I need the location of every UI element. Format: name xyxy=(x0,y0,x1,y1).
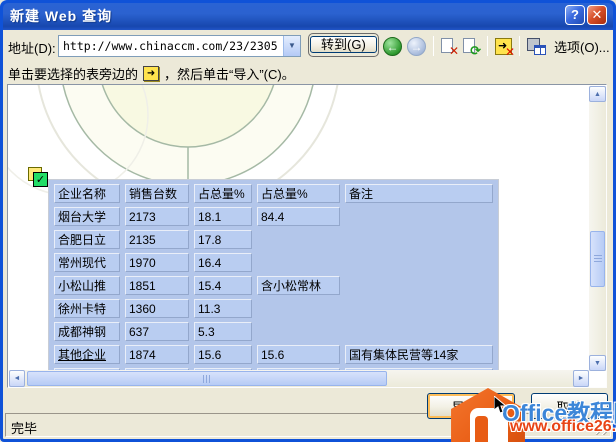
forward-icon[interactable]: → xyxy=(407,36,426,56)
import-button[interactable]: 导入(I) xyxy=(427,393,515,419)
address-row: 地址(D): http://www.chinaccm.com/23/2305/2… xyxy=(0,30,616,61)
table-row: 常州现代 1970 16.4 xyxy=(54,253,493,272)
table-cell xyxy=(257,253,340,272)
help-button[interactable]: ? xyxy=(565,5,585,25)
go-button-ring: 转到(G) xyxy=(308,33,379,57)
table-cell: 2135 xyxy=(125,230,189,249)
table-cell: 国有集体民营等14家 xyxy=(345,345,493,364)
table-cell: 84.4 xyxy=(257,207,340,226)
resize-grip[interactable] xyxy=(596,422,609,435)
go-button[interactable]: 转到(G) xyxy=(310,36,377,53)
query-table-container[interactable]: 企业名称 销售台数 占总量% 占总量% 备注 烟台大学 2173 18.1 84.4 合肥日立 21… xyxy=(48,179,499,387)
scroll-up-icon[interactable]: ▲ xyxy=(589,86,606,102)
table-cell xyxy=(257,322,340,341)
table-header-cell: 占总量% xyxy=(257,184,340,203)
table-cell xyxy=(257,230,340,249)
options-button[interactable]: 选项(O)... xyxy=(554,37,610,56)
table-cell: 1874 xyxy=(125,345,189,364)
table-row: 合肥日立 2135 17.8 xyxy=(54,230,493,249)
table-cell: 烟台大学 xyxy=(54,207,120,226)
address-input[interactable]: http://www.chinaccm.com/23/2305/23050 xyxy=(63,39,278,53)
toolbar-separator xyxy=(487,36,488,56)
table-cell: 17.8 xyxy=(194,230,252,249)
table-cell: 15.6 xyxy=(257,345,340,364)
table-header-cell: 备注 xyxy=(345,184,493,203)
vertical-scrollbar[interactable]: ▲ ▼ xyxy=(589,86,606,371)
table-cell: 1360 xyxy=(125,299,189,318)
instruction-text: 单击要选择的表旁边的 ➜ ，然后单击“导入”(C)。 xyxy=(8,63,295,83)
save-query-icon[interactable] xyxy=(527,37,546,55)
horizontal-scroll-thumb[interactable] xyxy=(27,371,387,386)
refresh-icon[interactable]: ⟳ xyxy=(463,37,481,57)
table-cell: 15.4 xyxy=(194,276,252,295)
combo-dropdown-icon[interactable]: ▼ xyxy=(283,36,300,56)
address-label: 地址(D): xyxy=(8,41,56,56)
hide-arrows-icon[interactable]: ➜ ✕ xyxy=(495,37,515,59)
window-title: 新建 Web 查询 xyxy=(10,8,113,24)
check-icon: ✓ xyxy=(33,172,48,187)
scroll-left-icon[interactable]: ◄ xyxy=(9,370,25,387)
back-icon[interactable]: ← xyxy=(383,36,402,56)
table-header-cell: 销售台数 xyxy=(125,184,189,203)
table-cell: 637 xyxy=(125,322,189,341)
table-cell: 5.3 xyxy=(194,322,252,341)
table-cell xyxy=(345,299,493,318)
address-combobox[interactable]: http://www.chinaccm.com/23/2305/23050 ▼ xyxy=(58,35,301,57)
query-table: 企业名称 销售台数 占总量% 占总量% 备注 烟台大学 2173 18.1 84.4 合肥日立 21… xyxy=(49,180,498,387)
close-button[interactable]: ✕ xyxy=(587,5,607,25)
table-cell xyxy=(345,207,493,226)
horizontal-scrollbar[interactable]: ◄ ► xyxy=(9,370,589,387)
table-cell: 11.3 xyxy=(194,299,252,318)
table-cell: 2173 xyxy=(125,207,189,226)
status-bar: 完毕 xyxy=(5,413,611,437)
table-header-cell: 企业名称 xyxy=(54,184,120,203)
table-row: 小松山推 1851 15.4 含小松常林 xyxy=(54,276,493,295)
status-text: 完毕 xyxy=(11,421,38,436)
instruction-after: ，然后单击“导入”(C)。 xyxy=(164,66,295,82)
table-cell: 含小松常林 xyxy=(257,276,340,295)
scroll-down-icon[interactable]: ▼ xyxy=(589,355,606,371)
table-arrow-icon: ➜ xyxy=(143,65,160,81)
title-bar[interactable]: 新建 Web 查询 ? ✕ xyxy=(0,0,616,30)
table-cell xyxy=(345,322,493,341)
table-cell: 15.6 xyxy=(194,345,252,364)
scroll-right-icon[interactable]: ► xyxy=(573,370,589,387)
table-header-row: 企业名称 销售台数 占总量% 占总量% 备注 xyxy=(54,184,493,203)
table-cell xyxy=(257,299,340,318)
table-cell: 常州现代 xyxy=(54,253,120,272)
vertical-scroll-thumb[interactable] xyxy=(590,231,605,287)
table-header-cell: 占总量% xyxy=(194,184,252,203)
table-select-marker[interactable]: ✓ xyxy=(28,167,50,189)
table-cell: 其他企业 xyxy=(54,345,120,364)
table-cell xyxy=(345,276,493,295)
new-web-query-dialog: 新建 Web 查询 ? ✕ 地址(D): http://www.chinaccm… xyxy=(0,0,616,442)
table-cell: 1851 xyxy=(125,276,189,295)
cancel-button[interactable]: 取消 xyxy=(531,393,608,419)
table-cell: 18.1 xyxy=(194,207,252,226)
table-cell xyxy=(345,253,493,272)
table-cell: 1970 xyxy=(125,253,189,272)
browser-toolbar: ← → ✕ ⟳ ➜ ✕ 选项(O)... xyxy=(383,34,610,59)
table-cell: 小松山推 xyxy=(54,276,120,295)
toolbar-separator xyxy=(519,36,520,56)
table-row: 成都神钢 637 5.3 xyxy=(54,322,493,341)
web-page-preview: ✓ 企业名称 销售台数 占总量% 占总量% 备注 烟台大学 2173 18.1 84.4 合肥日立… xyxy=(7,84,607,388)
stop-icon[interactable]: ✕ xyxy=(441,37,459,57)
instruction-before: 单击要选择的表旁边的 xyxy=(8,66,139,82)
table-row: 徐州卡特 1360 11.3 xyxy=(54,299,493,318)
table-cell xyxy=(345,230,493,249)
table-cell: 成都神钢 xyxy=(54,322,120,341)
table-cell: 合肥日立 xyxy=(54,230,120,249)
table-cell: 徐州卡特 xyxy=(54,299,120,318)
table-row: 其他企业 1874 15.6 15.6 国有集体民营等14家 xyxy=(54,345,493,364)
table-row: 烟台大学 2173 18.1 84.4 xyxy=(54,207,493,226)
table-cell: 16.4 xyxy=(194,253,252,272)
toolbar-separator xyxy=(433,36,434,56)
